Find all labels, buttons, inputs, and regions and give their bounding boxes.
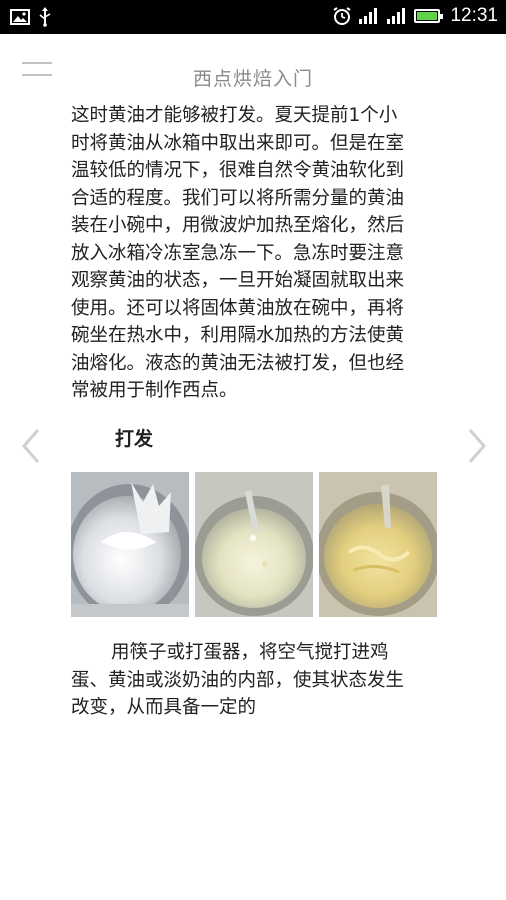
article-content: 这时黄油才能够被打发。夏天提前1个小时将黄油从冰箱中取出来即可。但是在室温较低的… — [71, 102, 437, 722]
flour-butter-photo — [195, 472, 313, 617]
status-bar: 12:31 — [0, 0, 506, 34]
signal-icon — [387, 8, 406, 24]
photo-strip — [71, 472, 437, 617]
alarm-icon — [333, 7, 352, 25]
chevron-left-icon[interactable] — [20, 428, 42, 464]
status-right-icons: 12:31 — [332, 5, 498, 27]
page-title: 西点烘焙入门 — [192, 68, 313, 90]
battery-icon — [414, 9, 444, 23]
creamed-butter-photo — [319, 472, 437, 617]
signal-icon — [359, 8, 378, 24]
article-paragraph: 这时黄油才能够被打发。夏天提前1个小时将黄油从冰箱中取出来即可。但是在室温较低的… — [71, 105, 405, 401]
whipped-cream-photo — [71, 472, 189, 617]
usb-icon — [39, 7, 51, 27]
clock: 12:31 — [450, 5, 498, 26]
section-heading: 打发 — [115, 427, 154, 450]
status-left-icons — [10, 7, 52, 27]
chevron-right-icon[interactable] — [466, 428, 488, 464]
image-icon — [10, 9, 30, 25]
article-paragraph: 用筷子或打蛋器，将空气搅打进鸡蛋、黄油或淡奶油的内部，使其状态发生改变，从而具备… — [71, 642, 405, 718]
